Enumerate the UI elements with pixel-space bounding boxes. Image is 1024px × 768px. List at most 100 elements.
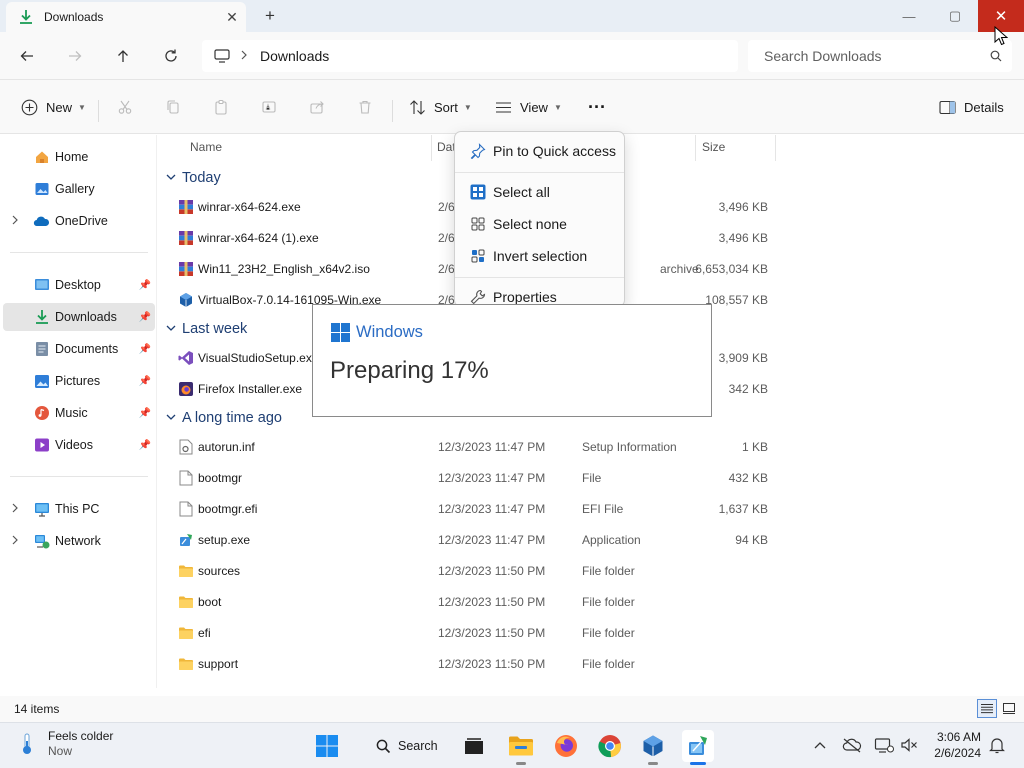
address-field[interactable]: Downloads (202, 40, 738, 72)
file-row[interactable]: autorun.inf 12/3/2023 11:47 PM Setup Inf… (172, 433, 772, 461)
task-view-button[interactable] (458, 730, 490, 762)
task-view-icon (465, 738, 483, 754)
sidebar-item-label: Documents (55, 342, 119, 356)
weather-widget[interactable]: Feels colder Now (18, 729, 113, 759)
system-clock[interactable]: 3:06 AM 2/6/2024 (928, 729, 981, 761)
sidebar-item-pictures[interactable]: Pictures 📌 (3, 367, 155, 395)
file-name: boot (198, 595, 222, 609)
copy-button[interactable] (164, 95, 182, 119)
tab-downloads[interactable]: Downloads ✕ (6, 2, 246, 32)
details-view-button[interactable] (977, 699, 997, 718)
file-row[interactable]: bootmgr 12/3/2023 11:47 PM File 432 KB (172, 464, 772, 492)
tray-network[interactable] (874, 735, 894, 755)
search-field[interactable]: Search Downloads (748, 40, 1012, 72)
new-button[interactable]: New ▼ (20, 95, 86, 119)
clock-date: 2/6/2024 (934, 746, 981, 760)
menu-item-select-none[interactable]: Select none (459, 209, 620, 239)
home-icon (33, 149, 50, 166)
group-header-last-week[interactable]: Last week (166, 321, 247, 337)
chevron-right-icon[interactable] (11, 215, 19, 227)
cut-button[interactable] (116, 95, 134, 119)
sidebar-item-documents[interactable]: Documents 📌 (3, 335, 155, 363)
menu-item-invert-selection[interactable]: Invert selection (459, 241, 620, 271)
pin-icon[interactable]: 📌 (139, 280, 151, 291)
share-button[interactable] (308, 95, 326, 119)
delete-button[interactable] (356, 95, 374, 119)
maximize-button[interactable]: ▢ (932, 0, 978, 32)
file-row[interactable]: support 12/3/2023 11:50 PM File folder (172, 650, 772, 678)
minimize-button[interactable]: — (886, 0, 932, 32)
file-row[interactable]: bootmgr.efi 12/3/2023 11:47 PM EFI File … (172, 495, 772, 523)
chevron-down-icon: ▼ (553, 102, 562, 112)
refresh-button[interactable] (158, 44, 184, 68)
column-header-name[interactable]: Name (190, 140, 222, 154)
group-header-today[interactable]: Today (166, 170, 221, 186)
column-header-date[interactable]: Dat (437, 140, 456, 154)
pin-icon[interactable]: 📌 (139, 408, 151, 419)
paste-button[interactable] (212, 95, 230, 119)
documents-icon (33, 341, 50, 358)
column-divider[interactable] (695, 135, 696, 161)
sidebar-item-music[interactable]: Music 📌 (3, 399, 155, 427)
chevron-right-icon[interactable] (11, 535, 19, 547)
tray-onedrive[interactable] (842, 735, 862, 755)
file-row[interactable]: setup.exe 12/3/2023 11:47 PM Application… (172, 526, 772, 554)
menu-item-label: Select all (493, 184, 550, 200)
taskbar-file-explorer[interactable] (505, 730, 537, 762)
sidebar-item-gallery[interactable]: Gallery (3, 175, 155, 203)
file-row[interactable]: efi 12/3/2023 11:50 PM File folder (172, 619, 772, 647)
sidebar-item-label: Pictures (55, 374, 101, 388)
pin-icon[interactable]: 📌 (139, 312, 151, 323)
rename-button[interactable] (260, 95, 278, 119)
up-button[interactable] (110, 44, 136, 68)
menu-item-select-all[interactable]: Select all (459, 177, 620, 207)
pin-icon[interactable]: 📌 (139, 440, 151, 451)
videos-icon (33, 437, 50, 454)
column-header-size[interactable]: Size (702, 140, 725, 154)
taskbar-windows-setup[interactable] (682, 730, 714, 762)
breadcrumb-downloads[interactable]: Downloads (260, 48, 329, 64)
file-size: 108,557 KB (705, 293, 768, 307)
menu-item-pin-quick-access[interactable]: Pin to Quick access (459, 136, 620, 166)
scissors-icon (116, 98, 134, 116)
view-button[interactable]: View ▼ (494, 95, 562, 119)
taskbar-virtualbox[interactable] (637, 730, 669, 762)
pin-icon[interactable]: 📌 (139, 376, 151, 387)
chevron-up-icon (814, 742, 826, 749)
chevron-down-icon (166, 173, 176, 184)
forward-button[interactable] (62, 44, 88, 68)
group-header-long-ago[interactable]: A long time ago (166, 410, 282, 426)
sidebar-item-downloads[interactable]: Downloads 📌 (3, 303, 155, 331)
tab-close-button[interactable]: ✕ (218, 9, 246, 26)
taskbar-chrome[interactable] (594, 730, 626, 762)
file-row[interactable]: sources 12/3/2023 11:50 PM File folder (172, 557, 772, 585)
sidebar-item-network[interactable]: Network (3, 527, 155, 555)
pin-icon[interactable]: 📌 (139, 344, 151, 355)
back-button[interactable] (14, 44, 40, 68)
chevron-right-icon[interactable] (11, 503, 19, 515)
notifications-button[interactable] (987, 735, 1007, 755)
pane-divider[interactable] (156, 135, 157, 688)
sidebar-item-onedrive[interactable]: OneDrive (3, 207, 155, 235)
column-divider[interactable] (431, 135, 432, 161)
sidebar-item-desktop[interactable]: Desktop 📌 (3, 271, 155, 299)
windows-setup-icon (689, 736, 707, 755)
more-options-button[interactable]: ··· (588, 95, 606, 119)
taskbar-search-button[interactable]: Search (364, 732, 446, 760)
new-tab-button[interactable]: + (258, 6, 282, 26)
details-pane-button[interactable]: Details (938, 95, 1004, 119)
start-button[interactable] (311, 730, 343, 762)
tiles-view-button[interactable] (999, 699, 1019, 718)
file-date: 12/3/2023 11:47 PM (438, 502, 546, 516)
taskbar-firefox[interactable] (550, 730, 582, 762)
sort-button[interactable]: Sort ▼ (408, 95, 472, 119)
tray-volume[interactable] (899, 735, 919, 755)
column-divider[interactable] (775, 135, 776, 161)
file-row[interactable]: boot 12/3/2023 11:50 PM File folder (172, 588, 772, 616)
show-hidden-icons-button[interactable] (810, 735, 830, 755)
sidebar-item-this-pc[interactable]: This PC (3, 495, 155, 523)
select-none-icon (469, 215, 487, 233)
sidebar-item-videos[interactable]: Videos 📌 (3, 431, 155, 459)
sidebar-item-home[interactable]: Home (3, 143, 155, 171)
weather-title: Feels colder (48, 729, 114, 743)
